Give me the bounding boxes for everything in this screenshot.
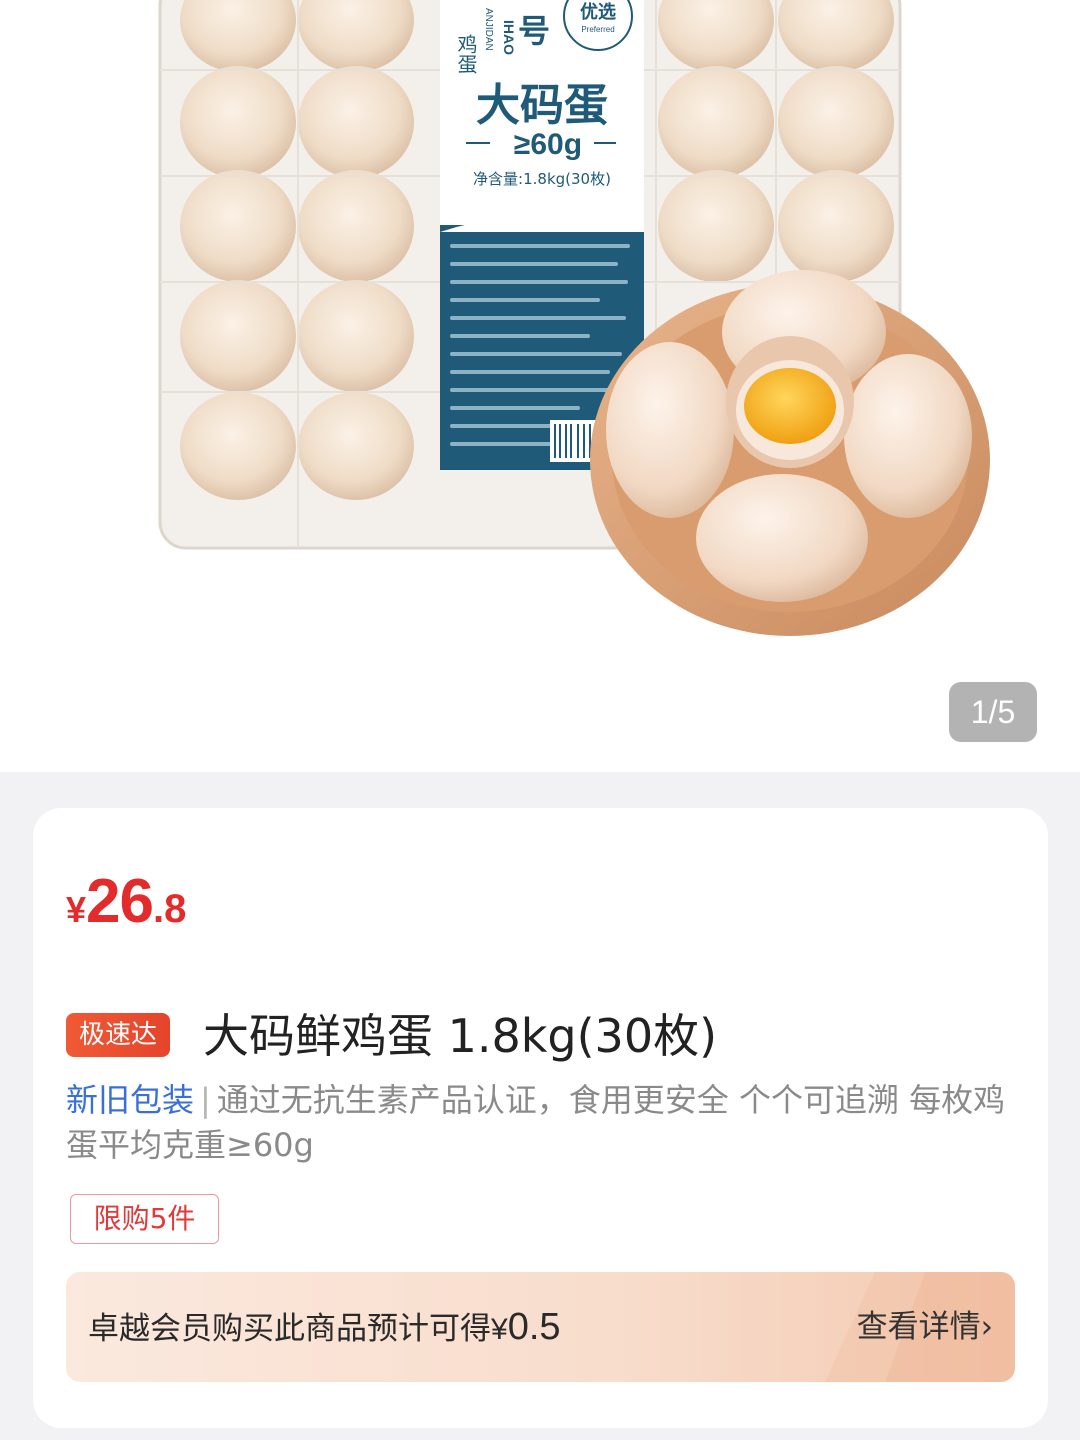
label-weight: ≥60g — [514, 128, 582, 161]
rebate-amount: ¥0.5 — [491, 1306, 561, 1348]
price-currency: ¥ — [66, 889, 87, 930]
purchase-limit-tag: 限购5件 — [70, 1194, 219, 1244]
product-photo: 鸡蛋 IHAO ANJIDAN 号 优选 Preferred 大码蛋 ≥60g … — [158, 0, 990, 636]
svg-text:Preferred: Preferred — [581, 25, 614, 34]
description-separator: | — [200, 1081, 211, 1119]
label-brand-romanized: IHAO — [501, 20, 517, 55]
label-brand-sub: ANJIDAN — [483, 8, 494, 51]
product-image-gallery[interactable]: 鸡蛋 IHAO ANJIDAN 号 优选 Preferred 大码蛋 ≥60g … — [0, 0, 1080, 772]
price-integer: 26 — [86, 867, 154, 936]
price: ¥26.8 — [66, 866, 186, 937]
price-decimal: .8 — [153, 887, 187, 931]
label-brand-vertical: 鸡蛋 — [454, 34, 478, 74]
svg-text:优选: 优选 — [580, 1, 616, 23]
label-net-content: 净含量:1.8kg(30枚) — [473, 170, 611, 188]
image-counter: 1/5 — [949, 682, 1037, 742]
express-delivery-badge: 极速达 — [66, 1013, 170, 1057]
view-details-link[interactable]: 查看详情› — [857, 1272, 993, 1382]
label-brand-mark: 号 — [518, 12, 550, 50]
member-rebate-banner[interactable]: 卓越会员购买此商品预计可得¥0.5 查看详情› — [66, 1272, 1015, 1382]
product-description: 新旧包装 | 通过无抗生素产品认证，食用更安全 个个可追溯 每枚鸡蛋平均克重≥60g — [66, 1078, 1016, 1168]
member-rebate-text: 卓越会员购买此商品预计可得¥0.5 — [88, 1306, 561, 1348]
packaging-tag[interactable]: 新旧包装 — [66, 1081, 194, 1119]
product-info-card: ¥26.8 极速达 大码鲜鸡蛋 1.8kg(30枚) 新旧包装 | 通过无抗生素产品… — [33, 808, 1048, 1428]
product-title: 大码鲜鸡蛋 1.8kg(30枚) — [203, 1009, 718, 1063]
yolk — [744, 368, 836, 444]
label-product-name: 大码蛋 — [476, 80, 608, 131]
chevron-right-icon: › — [980, 1309, 993, 1345]
